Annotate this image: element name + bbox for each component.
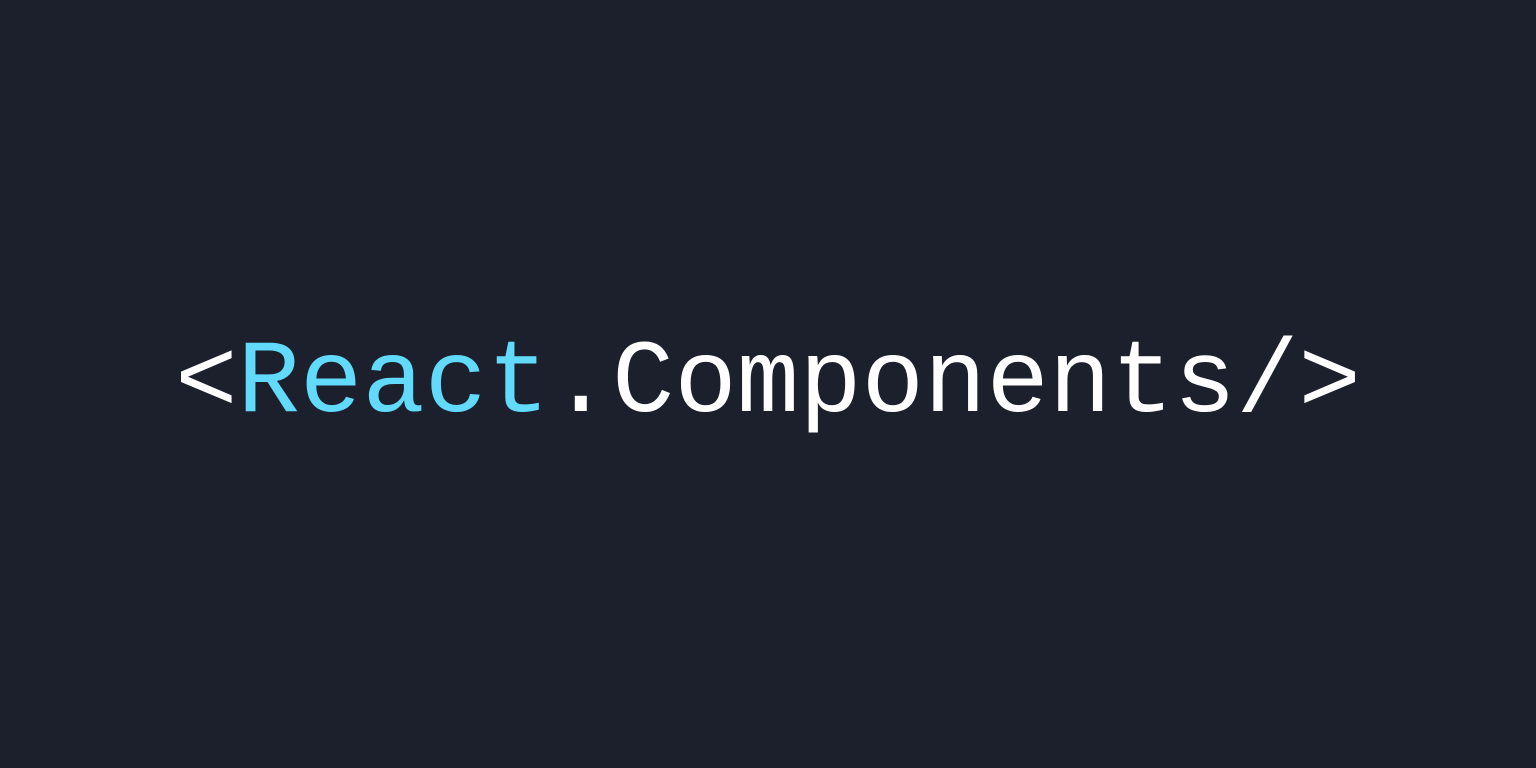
close-angle-bracket: /> bbox=[1236, 325, 1361, 443]
logo-keyword: React bbox=[238, 325, 550, 443]
logo-dot: . bbox=[550, 325, 612, 443]
logo-identifier: Components bbox=[612, 325, 1236, 443]
open-angle-bracket: < bbox=[175, 325, 237, 443]
logo-text: <React.Components/> bbox=[175, 325, 1361, 443]
